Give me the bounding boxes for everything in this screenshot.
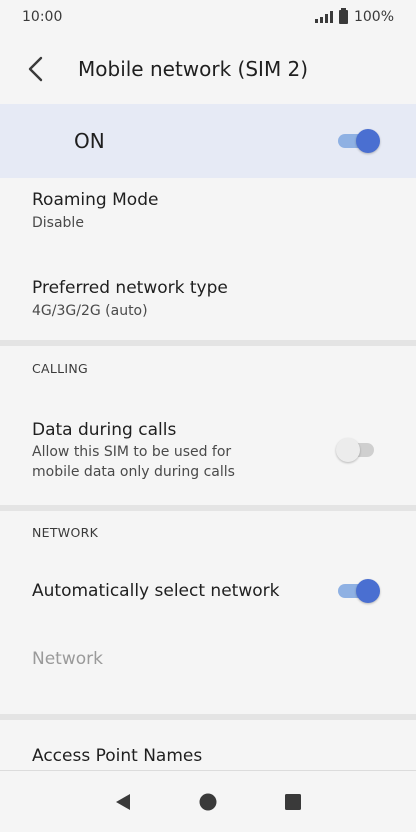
app-bar: Mobile network (SIM 2) [0, 34, 416, 104]
divider [0, 340, 416, 346]
data-during-calls-title: Data during calls [32, 419, 177, 440]
page-title: Mobile network (SIM 2) [78, 57, 309, 81]
preferred-network-text: Preferred network type 4G/3G/2G (auto) [32, 277, 228, 321]
roaming-mode-text: Roaming Mode Disable [32, 189, 158, 233]
section-header-calling: CALLING [32, 361, 89, 376]
nav-home-button[interactable] [188, 782, 228, 822]
signal-icon [314, 11, 333, 23]
roaming-mode-value: Disable [32, 215, 84, 231]
roaming-mode-row[interactable]: Roaming Mode Disable [0, 178, 416, 244]
auto-select-network-toggle[interactable] [336, 577, 382, 605]
preferred-network-title: Preferred network type [32, 278, 228, 298]
divider [0, 505, 416, 511]
status-time: 10:00 [22, 9, 63, 25]
master-switch-row[interactable]: ON [0, 104, 416, 178]
navigation-bar [0, 770, 416, 832]
master-switch-label: ON [74, 129, 105, 153]
data-during-calls-row[interactable]: Data during calls Allow this SIM to be u… [0, 408, 416, 492]
preferred-network-value: 4G/3G/2G (auto) [32, 303, 148, 319]
toggle-thumb [356, 129, 380, 153]
data-during-calls-desc-2: mobile data only during calls [32, 463, 235, 480]
data-during-calls-desc-1: Allow this SIM to be used for [32, 443, 232, 460]
master-toggle[interactable] [336, 127, 382, 155]
nav-back-button[interactable] [103, 782, 143, 822]
roaming-mode-title: Roaming Mode [32, 190, 159, 210]
network-title: Network [32, 649, 103, 669]
back-button[interactable] [14, 47, 58, 91]
toggle-thumb [336, 438, 360, 462]
square-recents-icon [285, 793, 302, 810]
auto-select-network-title: Automatically select network [32, 581, 280, 601]
triangle-back-icon [115, 793, 130, 810]
data-during-calls-text: Data during calls Allow this SIM to be u… [32, 419, 235, 482]
preferred-network-row[interactable]: Preferred network type 4G/3G/2G (auto) [0, 262, 416, 336]
network-row: Network [0, 632, 416, 686]
auto-select-network-row[interactable]: Automatically select network [0, 560, 416, 622]
battery-icon [338, 8, 348, 24]
divider [0, 714, 416, 720]
chevron-left-icon [28, 56, 43, 82]
toggle-thumb [356, 579, 380, 603]
data-during-calls-toggle[interactable] [336, 436, 382, 464]
nav-recents-button[interactable] [273, 782, 313, 822]
circle-home-icon [199, 793, 217, 810]
section-header-network: NETWORK [32, 525, 99, 540]
status-bar: 10:00 100% [0, 0, 416, 34]
status-icons: 100% [314, 8, 394, 25]
battery-percent: 100% [353, 9, 394, 25]
access-point-names-title: Access Point Names [32, 746, 203, 766]
